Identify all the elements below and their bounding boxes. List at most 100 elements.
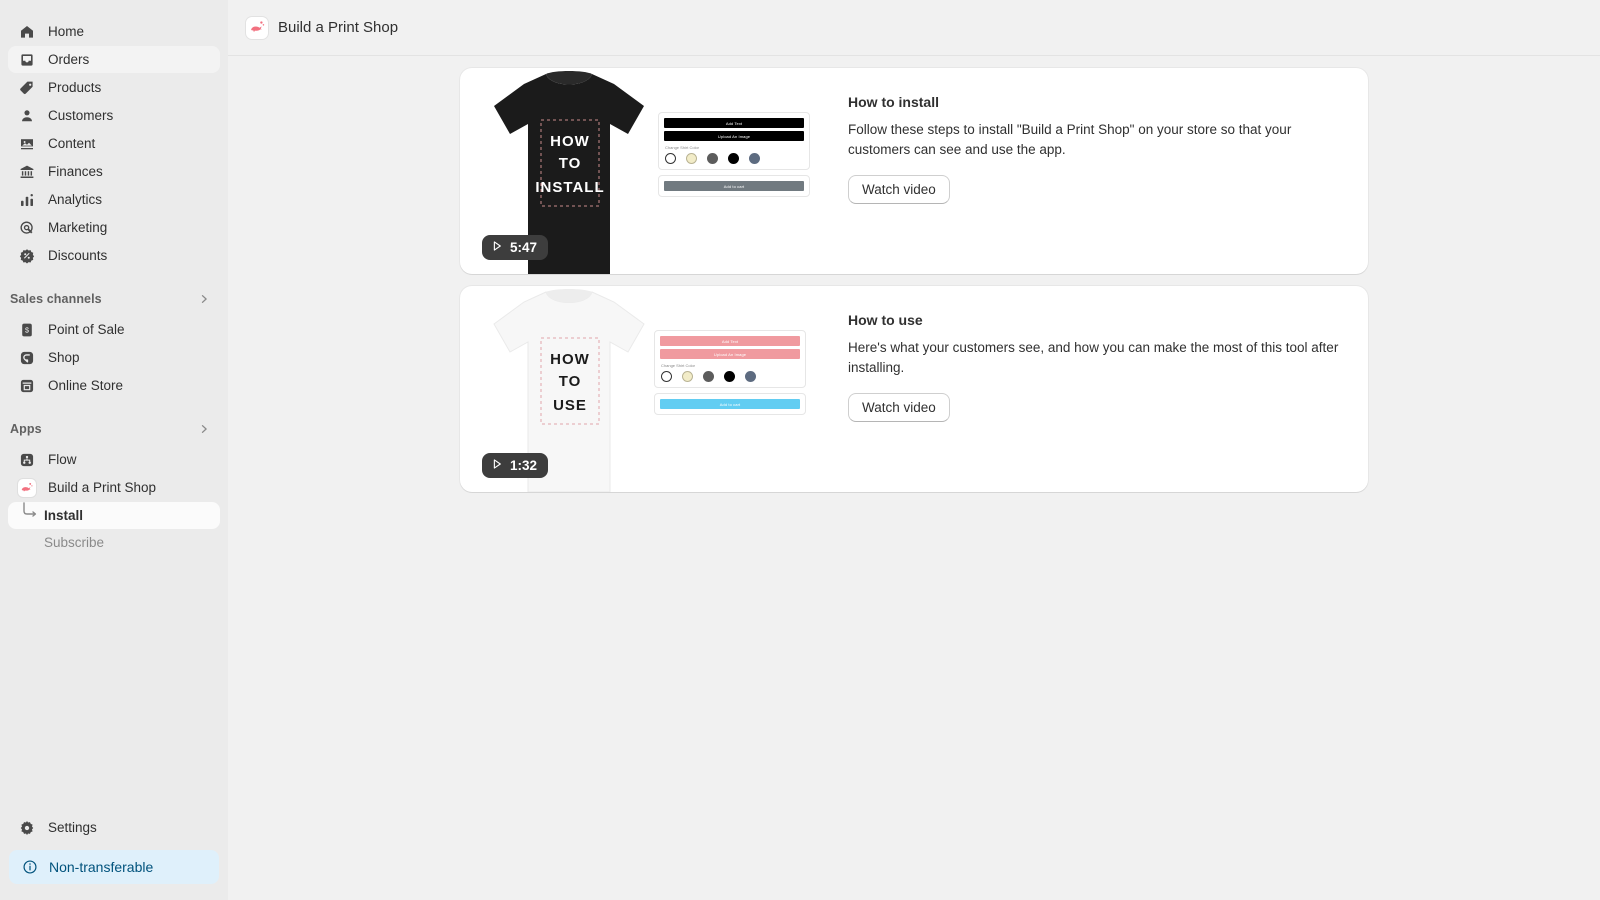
play-triangle-icon — [491, 458, 503, 473]
sidebar-item-discounts[interactable]: Discounts — [8, 242, 220, 269]
info-circle-icon — [21, 858, 39, 876]
card-info: How to install Follow these steps to ins… — [842, 68, 1368, 274]
sidebar-item-label: Flow — [48, 452, 77, 467]
main-area: Build a Print Shop HOW TO INSTALL Add Te… — [228, 0, 1600, 900]
svg-text:USE: USE — [553, 397, 587, 414]
sidebar-item-content[interactable]: Content — [8, 130, 220, 157]
sidebar-item-point-of-sale[interactable]: $ Point of Sale — [8, 316, 220, 343]
mock-panel-controls: Add Text Upload An Image Change Shirt Co… — [654, 330, 806, 388]
status-badge-label: Non-transferable — [49, 859, 154, 875]
video-thumbnail[interactable]: HOW TO INSTALL Add Text Upload An Image … — [460, 68, 842, 274]
video-card-how-to-use[interactable]: HOW TO USE Add Text Upload An Image Chan… — [460, 286, 1368, 492]
section-header-apps[interactable]: Apps — [0, 416, 228, 442]
sidebar: Home Orders Products Customers Content F — [0, 0, 228, 900]
watch-video-button[interactable]: Watch video — [848, 393, 950, 423]
svg-text:TO: TO — [559, 155, 582, 172]
gear-icon — [18, 819, 36, 837]
sidebar-item-finances[interactable]: Finances — [8, 158, 220, 185]
swatch-black — [728, 153, 739, 164]
sidebar-item-label: Products — [48, 80, 102, 95]
swatch-white — [661, 371, 672, 382]
section-title: Apps — [10, 422, 42, 436]
mock-customizer-panel: Add Text Upload An Image Change Shirt Co… — [658, 112, 810, 197]
card-description: Follow these steps to install "Build a P… — [848, 122, 1292, 157]
products-tag-icon — [18, 79, 36, 97]
mock-swatch-label: Change Shirt Color — [661, 363, 696, 368]
mock-add-to-cart-button: Add to cart — [664, 181, 804, 191]
swatch-slate — [749, 153, 760, 164]
genie-lamp-app-icon — [246, 16, 268, 39]
sidebar-item-label: Discounts — [48, 248, 108, 263]
sidebar-item-label: Marketing — [48, 220, 108, 235]
sidebar-item-label: Online Store — [48, 378, 124, 393]
sidebar-item-label: Settings — [48, 820, 97, 835]
svg-text:HOW: HOW — [550, 133, 590, 150]
apps-nav: Flow Build a Print Shop — [0, 446, 228, 502]
video-card-how-to-install[interactable]: HOW TO INSTALL Add Text Upload An Image … — [460, 68, 1368, 274]
card-title: How to install — [848, 94, 939, 110]
section-header-sales-channels[interactable]: Sales channels — [0, 286, 228, 312]
mock-add-to-cart-button: Add to cart — [660, 399, 800, 409]
sidebar-item-label: Point of Sale — [48, 322, 125, 337]
sidebar-item-label: Build a Print Shop — [48, 480, 157, 495]
status-badge[interactable]: Non-transferable — [9, 850, 219, 884]
sidebar-item-customers[interactable]: Customers — [8, 102, 220, 129]
online-store-icon — [18, 377, 36, 395]
chevron-right-icon[interactable] — [198, 423, 210, 435]
mock-upload-image-button: Upload An Image — [660, 349, 800, 359]
sidebar-item-label: Customers — [48, 108, 114, 123]
flow-icon — [18, 451, 36, 469]
sidebar-item-shop[interactable]: Shop — [8, 344, 220, 371]
section-title: Sales channels — [10, 292, 102, 306]
video-duration-label: 5:47 — [510, 240, 538, 255]
sidebar-item-marketing[interactable]: Marketing — [8, 214, 220, 241]
mock-swatch-label: Change Shirt Color — [665, 145, 700, 150]
sidebar-item-label: Install — [44, 508, 84, 523]
video-duration-label: 1:32 — [510, 458, 538, 473]
sidebar-item-install[interactable]: Install — [8, 502, 220, 529]
home-icon — [18, 23, 36, 41]
point-of-sale-icon: $ — [18, 321, 36, 339]
watch-video-button[interactable]: Watch video — [848, 175, 950, 205]
analytics-bars-icon — [18, 191, 36, 209]
sidebar-item-label: Content — [48, 136, 96, 151]
sidebar-item-online-store[interactable]: Online Store — [8, 372, 220, 399]
content-area: HOW TO INSTALL Add Text Upload An Image … — [228, 56, 1600, 900]
swatch-slate — [745, 371, 756, 382]
sidebar-item-build-a-print-shop[interactable]: Build a Print Shop — [8, 474, 220, 501]
primary-nav: Home Orders Products Customers Content F — [0, 18, 228, 270]
svg-text:TO: TO — [559, 373, 582, 390]
sidebar-item-products[interactable]: Products — [8, 74, 220, 101]
mock-add-text-button: Add Text — [660, 336, 800, 346]
sidebar-item-orders[interactable]: Orders — [8, 46, 220, 73]
sidebar-item-label: Subscribe — [44, 535, 105, 550]
mock-upload-image-button: Upload An Image — [664, 131, 804, 141]
sidebar-item-label: Finances — [48, 164, 103, 179]
mock-swatch-row — [664, 153, 804, 164]
card-info: How to use Here's what your customers se… — [842, 286, 1368, 492]
swatch-white — [665, 153, 676, 164]
swatch-black — [724, 371, 735, 382]
apps-sub-nav: Install Subscribe — [0, 502, 228, 556]
video-duration-badge[interactable]: 1:32 — [482, 453, 549, 478]
orders-inbox-icon — [18, 51, 36, 69]
content-image-icon — [18, 135, 36, 153]
sidebar-item-subscribe[interactable]: Subscribe — [8, 529, 220, 556]
video-thumbnail[interactable]: HOW TO USE Add Text Upload An Image Chan… — [460, 286, 842, 492]
chevron-right-icon[interactable] — [198, 293, 210, 305]
card-title: How to use — [848, 312, 923, 328]
sidebar-item-flow[interactable]: Flow — [8, 446, 220, 473]
play-triangle-icon — [491, 240, 503, 255]
sidebar-item-analytics[interactable]: Analytics — [8, 186, 220, 213]
sidebar-item-home[interactable]: Home — [8, 18, 220, 45]
shop-icon — [18, 349, 36, 367]
app-root: Home Orders Products Customers Content F — [0, 0, 1600, 900]
finances-bank-icon — [18, 163, 36, 181]
video-duration-badge[interactable]: 5:47 — [482, 235, 549, 260]
sidebar-item-label: Analytics — [48, 192, 103, 207]
page-title: Build a Print Shop — [278, 19, 399, 36]
marketing-target-icon — [18, 219, 36, 237]
top-bar: Build a Print Shop — [228, 0, 1600, 56]
sidebar-item-settings[interactable]: Settings — [8, 814, 220, 841]
